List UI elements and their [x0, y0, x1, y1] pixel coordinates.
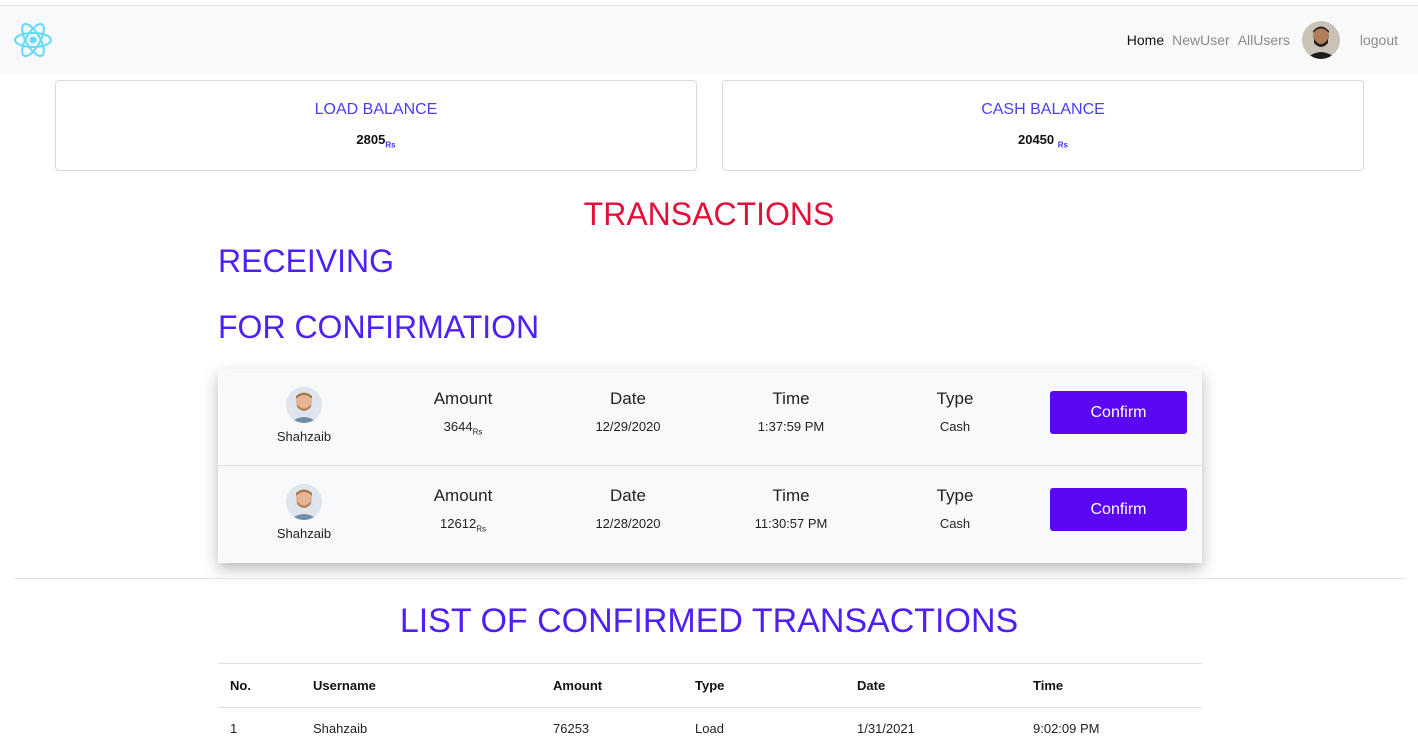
table-row: 1 Shahzaib 76253 Load 1/31/2021 9:02:09 …	[218, 708, 1202, 746]
pending-row: Shahzaib Amount 3644Rs Date 12/29/2020 T…	[218, 369, 1202, 466]
pending-time: Time 11:30:57 PM	[754, 486, 828, 531]
nav-links: Home NewUser AllUsers logout	[1119, 6, 1398, 74]
cash-balance-card: CASH BALANCE 20450 Rs	[722, 80, 1364, 171]
pending-time: Time 1:37:59 PM	[757, 389, 825, 434]
user-avatar	[286, 387, 322, 423]
load-balance-title: LOAD BALANCE	[314, 101, 438, 118]
nav-home[interactable]: Home	[1127, 32, 1164, 48]
nav-allusers[interactable]: AllUsers	[1238, 32, 1290, 48]
cash-balance-value: 20450 Rs	[1017, 132, 1068, 150]
divider	[14, 578, 1406, 579]
confirm-button[interactable]: Confirm	[1050, 488, 1187, 531]
pending-username: Shahzaib	[276, 429, 332, 444]
react-atom-icon[interactable]	[12, 19, 54, 61]
logout-link[interactable]: logout	[1360, 32, 1398, 48]
receiving-heading: RECEIVING	[218, 243, 395, 279]
cell-amount: 76253	[553, 721, 590, 737]
confirm-button[interactable]: Confirm	[1050, 391, 1187, 434]
col-no: No.	[218, 663, 301, 708]
cell-type: Load	[695, 721, 724, 737]
pending-type: Type Cash	[936, 389, 974, 434]
pending-user: Shahzaib	[264, 484, 344, 541]
user-avatar	[286, 484, 322, 520]
for-confirmation-heading: FOR CONFIRMATION	[218, 309, 540, 345]
load-balance-card: LOAD BALANCE 2805Rs	[55, 80, 697, 171]
pending-date: Date 12/28/2020	[595, 486, 661, 531]
avatar[interactable]	[1301, 21, 1340, 59]
cell-date: 1/31/2021	[857, 721, 915, 737]
pending-date: Date 12/29/2020	[595, 389, 661, 434]
pending-username: Shahzaib	[276, 526, 332, 541]
confirmed-list-heading: LIST OF CONFIRMED TRANSACTIONS	[399, 602, 1019, 640]
pending-row: Shahzaib Amount 12612Rs Date 12/28/2020 …	[218, 466, 1202, 563]
col-type: Type	[683, 663, 845, 708]
cell-time: 9:02:09 PM	[1033, 721, 1100, 737]
pending-user: Shahzaib	[264, 387, 344, 444]
pending-transactions: Shahzaib Amount 3644Rs Date 12/29/2020 T…	[218, 369, 1202, 563]
col-amount: Amount	[541, 663, 683, 708]
load-balance-value: 2805Rs	[356, 132, 396, 150]
cell-username: Shahzaib	[313, 721, 368, 737]
currency-unit: Rs	[385, 140, 396, 150]
table-header-row: No. Username Amount Type Date Time	[218, 663, 1202, 708]
navbar: Home NewUser AllUsers logout	[0, 5, 1418, 73]
transactions-heading: TRANSACTIONS	[583, 196, 835, 232]
cash-balance-title: CASH BALANCE	[981, 101, 1105, 118]
currency-unit: Rs	[1057, 140, 1068, 150]
col-username: Username	[301, 663, 541, 708]
col-date: Date	[845, 663, 1021, 708]
cell-no: 1	[230, 721, 238, 737]
pending-type: Type Cash	[936, 486, 974, 531]
pending-amount: Amount 3644Rs	[433, 389, 493, 437]
col-time: Time	[1021, 663, 1202, 708]
pending-amount: Amount 12612Rs	[433, 486, 493, 534]
nav-newuser[interactable]: NewUser	[1172, 32, 1230, 48]
confirmed-transactions-table: No. Username Amount Type Date Time 1 Sha…	[218, 663, 1202, 746]
